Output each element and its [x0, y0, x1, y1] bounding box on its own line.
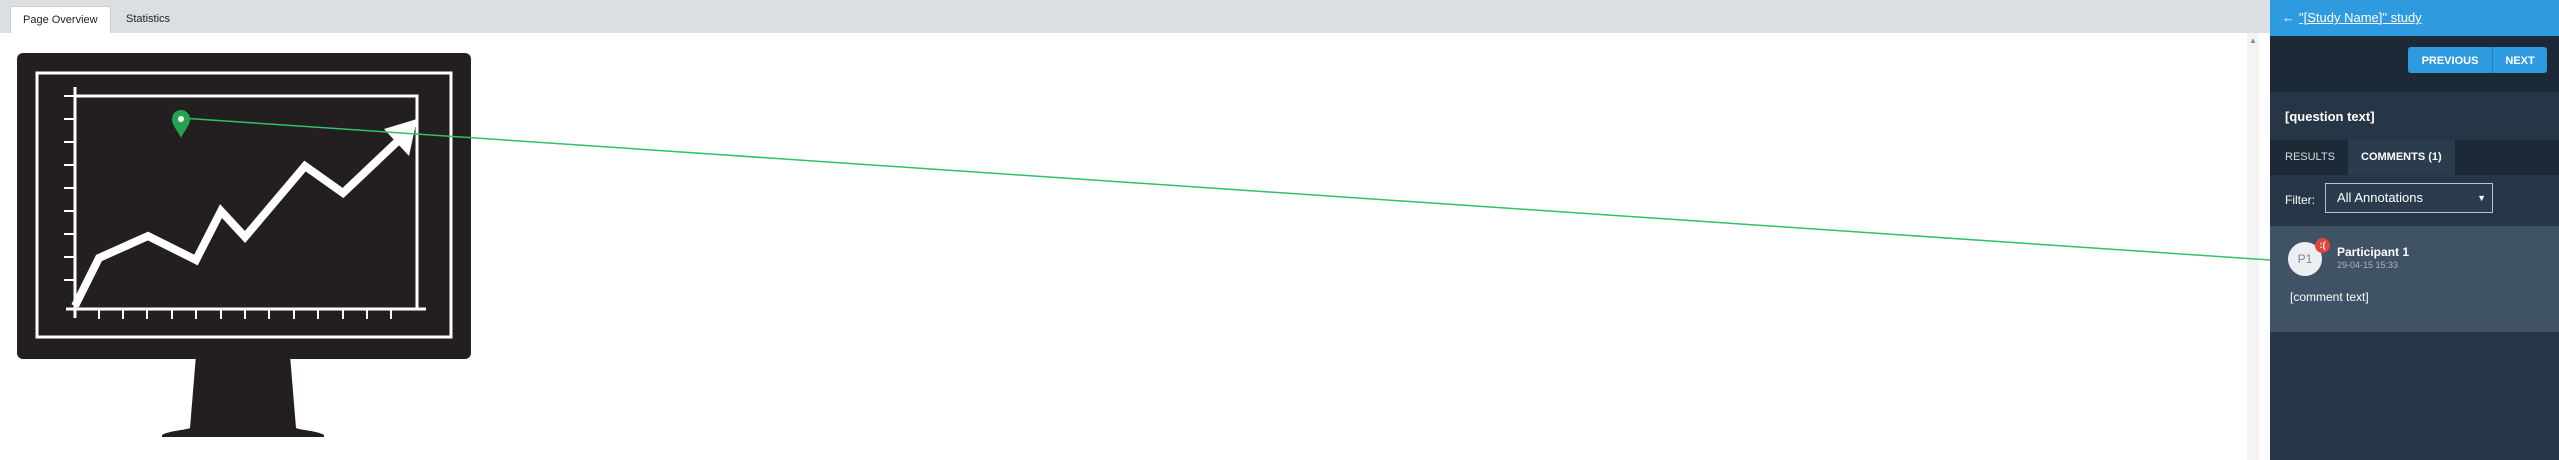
sad-face-icon: :(	[2315, 238, 2330, 253]
question-title: [question text]	[2285, 109, 2375, 124]
back-link-label: "[Study Name]" study	[2299, 10, 2422, 25]
chevron-down-icon: ▼	[2477, 193, 2486, 203]
filter-dropdown[interactable]: All Annotations ▼	[2325, 183, 2493, 213]
comment-timestamp: 29-04-15 15:33	[2337, 260, 2399, 270]
back-to-study-link[interactable]: ← "[Study Name]" study	[2282, 10, 2422, 25]
scroll-up-arrow-icon[interactable]: ▲	[2247, 36, 2259, 46]
page-image[interactable]	[0, 33, 480, 443]
previous-button[interactable]: PREVIOUS	[2408, 47, 2492, 73]
tab-statistics[interactable]: Statistics	[114, 6, 182, 33]
filter-label: Filter:	[2285, 193, 2315, 207]
filter-row: Filter: All Annotations ▼	[2270, 175, 2559, 225]
sidebar-tabs: RESULTS COMMENTS (1)	[2270, 140, 2559, 175]
annotation-connector-line	[180, 117, 2270, 261]
participant-name: Participant 1	[2337, 245, 2410, 259]
tab-page-overview[interactable]: Page Overview	[10, 6, 111, 33]
tab-comments[interactable]: COMMENTS (1)	[2348, 140, 2455, 175]
monitor-stand	[162, 355, 324, 437]
comment-item[interactable]: P1 :( Participant 1 29-04-15 15:33 [comm…	[2270, 226, 2559, 332]
comment-text: [comment text]	[2290, 290, 2369, 304]
filter-selected-value: All Annotations	[2337, 190, 2424, 205]
annotation-canvas-pane: Page Overview Statistics ▲	[0, 0, 2270, 460]
sidebar: ← "[Study Name]" study PREVIOUS NEXT [que…	[2270, 0, 2559, 460]
tab-results[interactable]: RESULTS	[2272, 140, 2348, 175]
view-tab-bar: Page Overview Statistics	[0, 0, 2270, 33]
back-arrow-icon: ←	[2282, 10, 2295, 25]
navigation-bar: PREVIOUS NEXT	[2270, 36, 2559, 92]
study-back-bar: ← "[Study Name]" study	[2270, 0, 2559, 36]
vertical-scrollbar[interactable]	[2247, 33, 2259, 460]
next-button[interactable]: NEXT	[2493, 47, 2547, 73]
